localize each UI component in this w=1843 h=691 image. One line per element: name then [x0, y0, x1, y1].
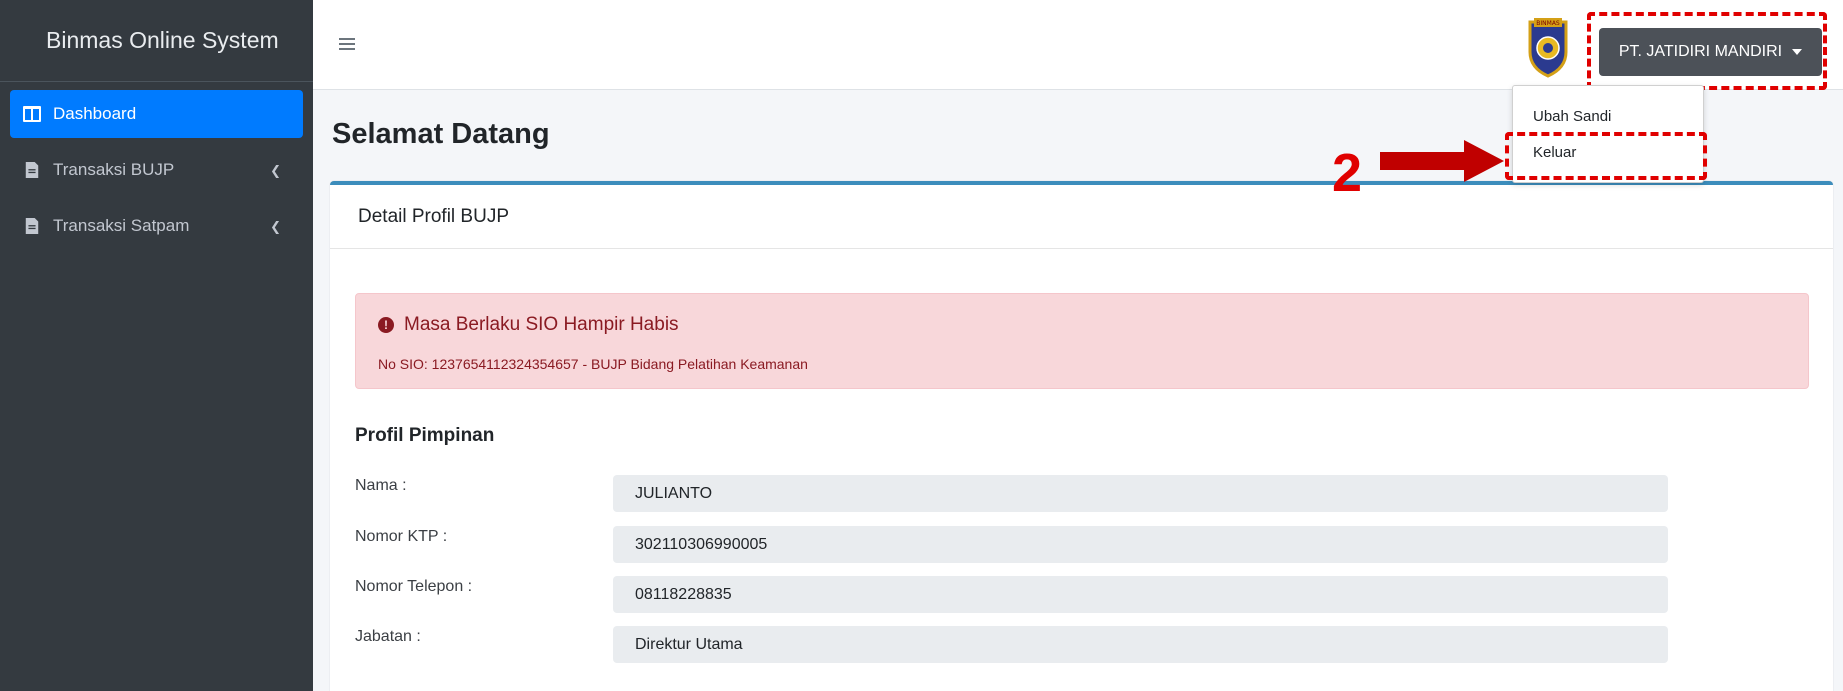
caret-down-icon [1792, 49, 1803, 55]
chevron-left-icon: ❮ [270, 219, 281, 234]
sidebar-item-label: Transaksi BUJP [53, 160, 175, 179]
card-title: Detail Profil BUJP [330, 185, 1833, 249]
field-jabatan[interactable]: Direktur Utama [613, 626, 1668, 663]
user-menu-button[interactable]: PT. JATIDIRI MANDIRI [1599, 28, 1822, 76]
arrow-right-icon [1380, 140, 1504, 182]
field-label-nama: Nama : [355, 477, 407, 494]
top-navbar: BINMAS PT. JATIDIRI MANDIRI [313, 0, 1843, 90]
chevron-left-icon: ❮ [270, 163, 281, 178]
logo-text: BINMAS [1536, 20, 1560, 27]
sidebar-item-label: Transaksi Satpam [53, 216, 190, 235]
sidebar-item-dashboard[interactable]: Dashboard [10, 90, 303, 138]
field-label-ktp: Nomor KTP : [355, 528, 448, 545]
document-icon [25, 218, 39, 234]
page-title: Selamat Datang [332, 118, 550, 150]
exclamation-circle-icon: ! [378, 317, 394, 333]
brand-title[interactable]: Binmas Online System [0, 0, 313, 82]
field-nama[interactable]: JULIANTO [613, 475, 1668, 512]
step-number: 2 [1332, 143, 1363, 203]
alert-title: Masa Berlaku SIO Hampir Habis [404, 314, 679, 335]
document-icon [25, 162, 39, 178]
sidebar-item-label: Dashboard [53, 104, 137, 123]
dashboard-icon [23, 106, 41, 122]
hamburger-menu-icon[interactable] [339, 38, 355, 50]
section-title: Profil Pimpinan [355, 425, 495, 446]
alert-text: No SIO: 1237654112324354657 - BUJP Bidan… [378, 356, 808, 372]
profile-card: Detail Profil BUJP ! Masa Berlaku SIO Ha… [330, 181, 1833, 691]
menu-item-ubah-sandi[interactable]: Ubah Sandi [1513, 98, 1703, 134]
field-label-jabatan: Jabatan : [355, 628, 421, 645]
sidebar: Binmas Online System Dashboard Transaksi… [0, 0, 313, 691]
sidebar-item-transaksi-bujp[interactable]: Transaksi BUJP ❮ [10, 146, 303, 194]
user-menu-label: PT. JATIDIRI MANDIRI [1618, 43, 1783, 60]
field-label-telepon: Nomor Telepon : [355, 578, 473, 595]
highlight-box-keluar [1505, 132, 1707, 180]
field-telepon[interactable]: 08118228835 [613, 576, 1668, 613]
warning-alert: ! Masa Berlaku SIO Hampir Habis No SIO: … [355, 293, 1809, 389]
binmas-logo: BINMAS [1528, 18, 1568, 78]
field-ktp[interactable]: 302110306990005 [613, 526, 1668, 563]
sidebar-nav: Dashboard Transaksi BUJP ❮ Transaksi Sat… [0, 82, 313, 266]
sidebar-item-transaksi-satpam[interactable]: Transaksi Satpam ❮ [10, 202, 303, 250]
